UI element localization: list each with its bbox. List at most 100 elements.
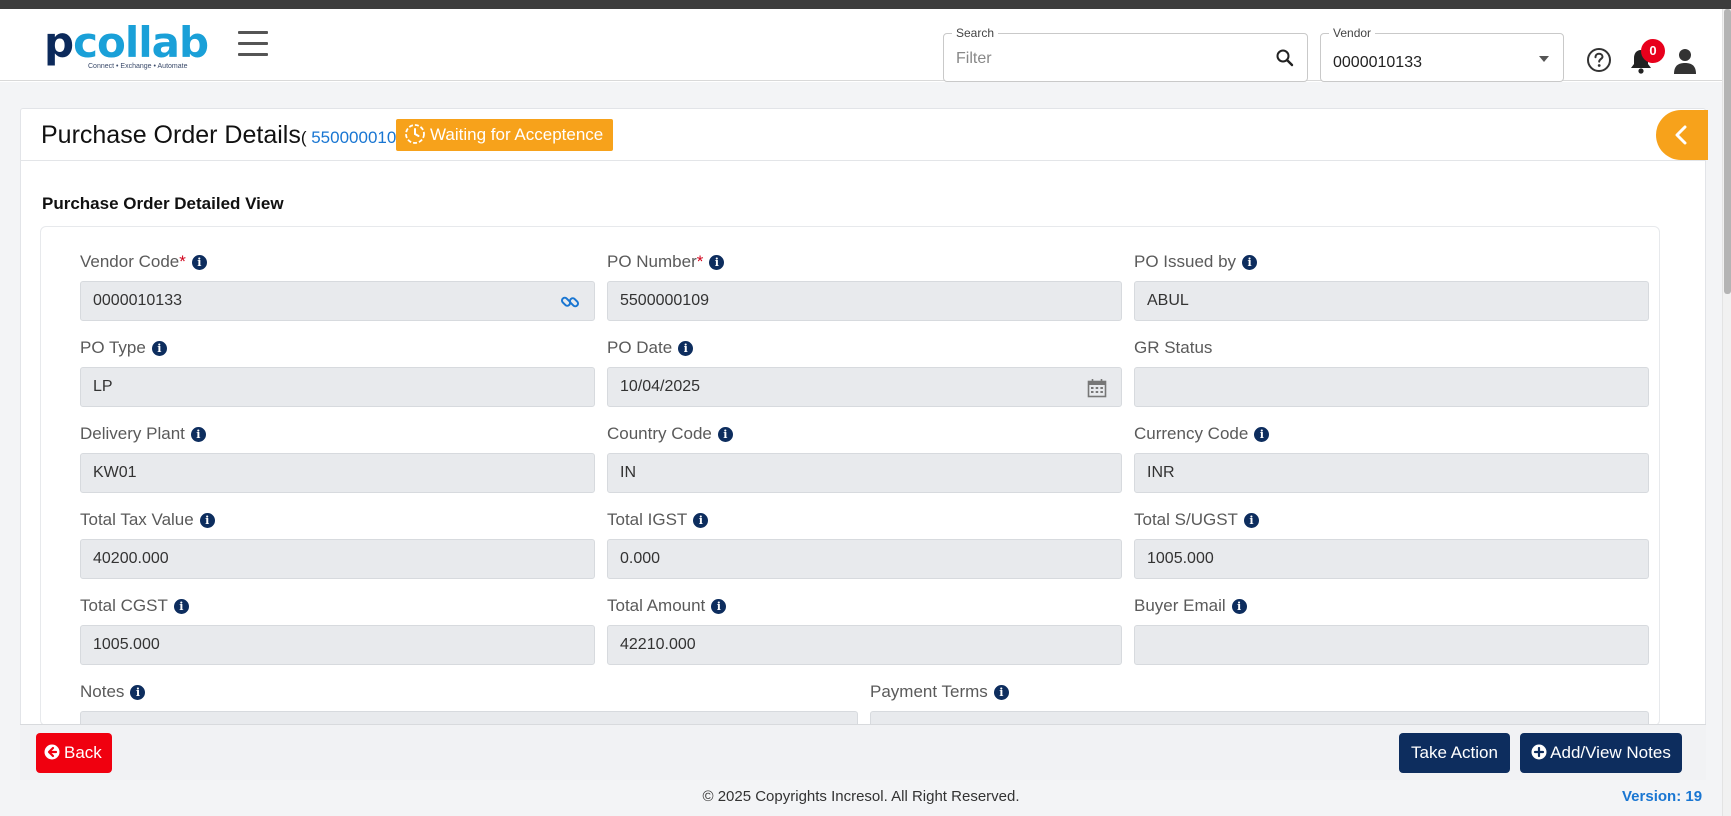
plus-circle-icon [1531, 744, 1547, 760]
user-icon[interactable] [1672, 47, 1698, 75]
po-issued-by-field[interactable]: ABUL [1134, 281, 1649, 321]
payment-terms-label-text: Payment Terms [870, 682, 988, 701]
action-bar: Back Take Action Add/View Notes [20, 724, 1706, 780]
back-button-label: Back [64, 743, 102, 762]
po-issued-by-label: PO Issued by i [1134, 252, 1258, 272]
country-code-label-text: Country Code [607, 424, 712, 443]
info-icon[interactable]: i [1254, 427, 1270, 442]
po-type-field[interactable]: LP [80, 367, 595, 407]
status-badge: Waiting for Acceptence [396, 119, 614, 151]
info-icon[interactable]: i [1231, 599, 1247, 614]
info-icon[interactable]: i [1243, 513, 1259, 528]
total-cgst-field[interactable]: 1005.000 [80, 625, 595, 665]
section-title: Purchase Order Detailed View [42, 194, 284, 213]
info-icon[interactable]: i [130, 685, 146, 700]
chevron-down-icon[interactable] [1539, 56, 1549, 62]
page-title-row: Purchase Order Details( 5500000109) Wait… [20, 108, 1706, 161]
total-amount-field[interactable]: 42210.000 [607, 625, 1122, 665]
hamburger-menu-icon[interactable] [238, 31, 268, 59]
vendor-selected-value: 0000010133 [1333, 54, 1422, 71]
search-legend: Search [952, 25, 999, 41]
payment-terms-label: Payment Terms i [870, 682, 1009, 702]
search-input[interactable] [956, 50, 1256, 68]
clock-icon [405, 124, 425, 144]
notes-label-text: Notes [80, 682, 125, 701]
notes-label: Notes i [80, 682, 146, 702]
info-icon[interactable]: i [993, 685, 1009, 700]
vendor-code-value: 0000010133 [93, 292, 182, 309]
total-sugst-field[interactable]: 1005.000 [1134, 539, 1649, 579]
vendor-legend: Vendor [1329, 25, 1376, 41]
required-marker: * [179, 252, 186, 271]
info-icon[interactable]: i [151, 341, 167, 356]
po-issued-by-label-text: PO Issued by [1134, 252, 1237, 271]
copyright-text: © 2025 Copyrights Incresol. All Right Re… [702, 788, 1020, 805]
chevron-left-icon [1675, 125, 1687, 145]
info-icon[interactable]: i [190, 427, 206, 442]
po-number-link[interactable]: 5500000109 [307, 128, 406, 147]
calendar-icon[interactable] [1087, 378, 1107, 398]
total-igst-label: Total IGST i [607, 510, 709, 530]
currency-code-field[interactable]: INR [1134, 453, 1649, 493]
currency-code-label-text: Currency Code [1134, 424, 1249, 443]
logo-tagline: Connect • Exchange • Automate [88, 63, 188, 70]
po-date-value: 10/04/2025 [620, 378, 701, 395]
po-date-field[interactable]: 10/04/2025 [607, 367, 1122, 407]
country-code-field[interactable]: IN [607, 453, 1122, 493]
vendor-code-field[interactable]: 0000010133 [80, 281, 595, 321]
gr-status-field[interactable] [1134, 367, 1649, 407]
total-tax-value-label-text: Total Tax Value [80, 510, 194, 529]
info-icon[interactable]: i [199, 513, 215, 528]
add-view-notes-button[interactable]: Add/View Notes [1520, 733, 1682, 773]
total-igst-field[interactable]: 0.000 [607, 539, 1122, 579]
po-date-label-text: PO Date [607, 338, 673, 357]
help-circle-icon[interactable] [1586, 47, 1612, 73]
buyer-email-label: Buyer Email i [1134, 596, 1247, 616]
collapse-panel-button[interactable] [1656, 110, 1708, 160]
required-marker: * [696, 252, 704, 271]
total-cgst-label: Total CGST i [80, 596, 189, 616]
gr-status-label: GR Status [1134, 338, 1212, 358]
buyer-email-field[interactable] [1134, 625, 1649, 665]
back-button[interactable]: Back [36, 733, 112, 773]
link-icon[interactable] [560, 292, 580, 312]
status-text: Waiting for Acceptence [430, 125, 604, 144]
info-icon[interactable]: i [191, 255, 207, 270]
add-view-notes-label: Add/View Notes [1550, 743, 1671, 762]
currency-code-label: Currency Code i [1134, 424, 1270, 444]
gr-status-label-text: GR Status [1134, 338, 1213, 357]
info-icon[interactable]: i [173, 599, 189, 614]
delivery-plant-label: Delivery Plant i [80, 424, 206, 444]
scrollbar-thumb[interactable] [1724, 9, 1731, 294]
info-icon[interactable]: i [717, 427, 733, 442]
page-title-text: Purchase Order Details [41, 121, 301, 149]
total-tax-value-field[interactable]: 40200.000 [80, 539, 595, 579]
po-number-label: PO Number* i [607, 252, 725, 272]
brand-logo[interactable]: pcollab Connect • Exchange • Automate [44, 21, 209, 73]
notification-count-badge[interactable]: 0 [1641, 39, 1665, 63]
buyer-email-label-text: Buyer Email [1134, 596, 1226, 615]
total-sugst-label: Total S/UGST i [1134, 510, 1259, 530]
page-title: Purchase Order Details( 5500000109) [41, 121, 411, 152]
po-number-field[interactable]: 5500000109 [607, 281, 1122, 321]
vendor-select[interactable]: Vendor 0000010133 [1320, 25, 1564, 82]
total-cgst-label-text: Total CGST [80, 596, 168, 615]
country-code-label: Country Code i [607, 424, 733, 444]
total-amount-label: Total Amount i [607, 596, 727, 616]
search-field: Search [943, 25, 1308, 82]
po-type-label: PO Type i [80, 338, 167, 358]
take-action-button[interactable]: Take Action [1399, 733, 1510, 773]
total-sugst-label-text: Total S/UGST [1134, 510, 1238, 529]
info-icon[interactable]: i [1242, 255, 1258, 270]
window-top-strip [0, 0, 1731, 9]
po-number-label-text: PO Number [607, 252, 697, 271]
vendor-code-label: Vendor Code* i [80, 252, 207, 272]
info-icon[interactable]: i [678, 341, 694, 356]
info-icon[interactable]: i [711, 599, 727, 614]
page-scrollbar[interactable] [1722, 9, 1731, 816]
search-icon[interactable] [1275, 48, 1295, 68]
version-text: Version: 19 [1622, 788, 1703, 805]
delivery-plant-field[interactable]: KW01 [80, 453, 595, 493]
info-icon[interactable]: i [693, 513, 709, 528]
info-icon[interactable]: i [709, 255, 725, 270]
